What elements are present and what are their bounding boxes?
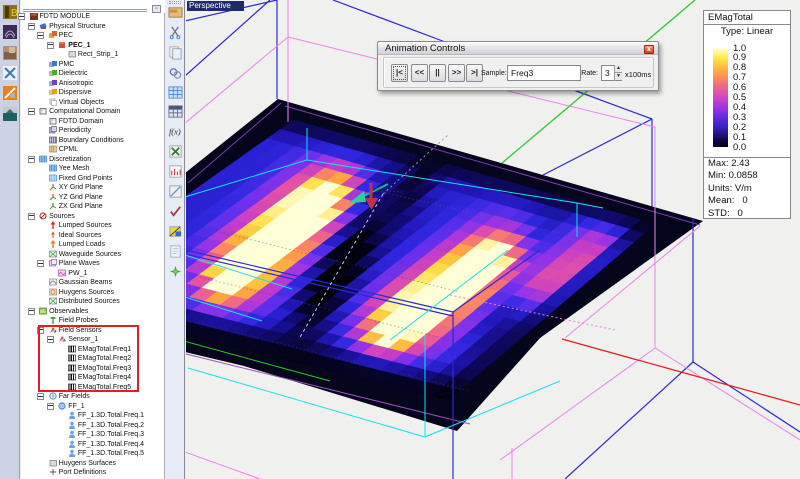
svg-text:f(x): f(x) xyxy=(169,126,181,136)
svg-text:B: B xyxy=(11,8,18,19)
